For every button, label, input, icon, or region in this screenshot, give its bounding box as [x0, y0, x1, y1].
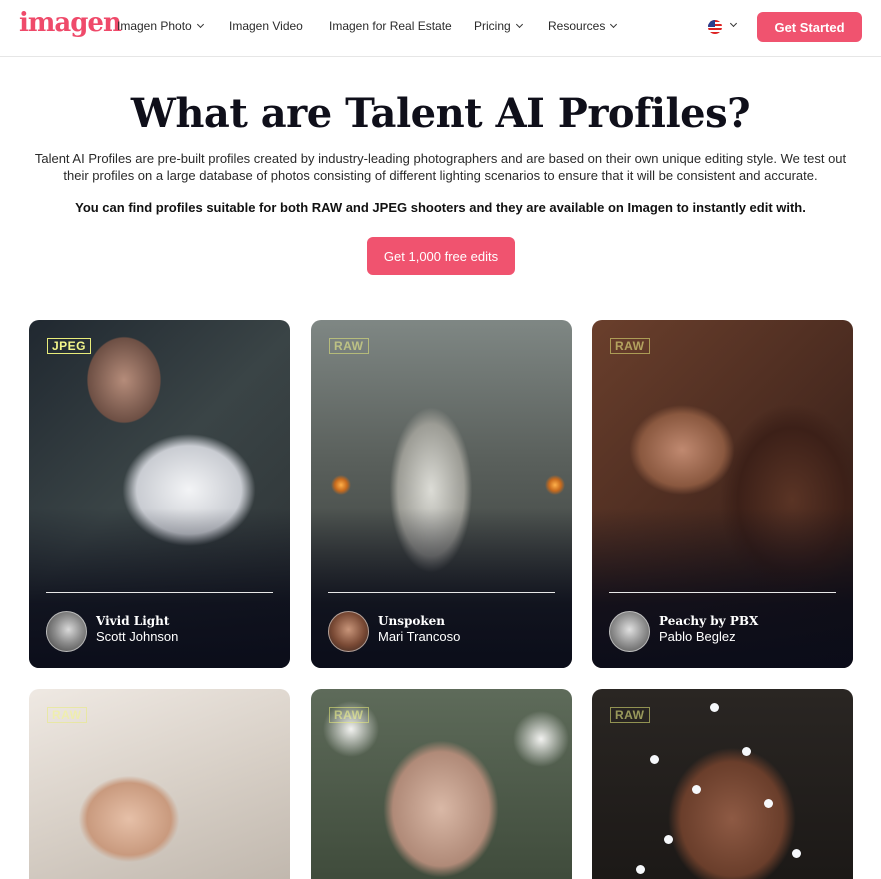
hero-emphasis: You can find profiles suitable for both … [75, 200, 806, 215]
profile-name: Vivid Light [96, 614, 170, 628]
profile-card-floral-portrait[interactable]: RAW [311, 689, 572, 879]
petal-decoration [650, 755, 659, 764]
profile-name: Unspoken [378, 614, 446, 628]
chevron-down-icon[interactable] [729, 19, 738, 28]
format-badge: RAW [329, 338, 369, 354]
nav-item-imagen-video[interactable]: Imagen Video [229, 19, 303, 33]
divider [46, 592, 273, 593]
format-badge: JPEG [47, 338, 92, 354]
petal-decoration [692, 785, 701, 794]
nav-item-label: Imagen Photo [117, 19, 192, 33]
petal-decoration [636, 865, 645, 874]
nav-item-label: Pricing [474, 19, 511, 33]
format-badge: RAW [610, 338, 650, 354]
petal-decoration [764, 799, 773, 808]
chevron-down-icon [515, 20, 523, 29]
petal-decoration [742, 747, 751, 756]
nav-item-label: Resources [548, 19, 606, 33]
hero-description: Talent AI Profiles are pre-built profile… [34, 151, 847, 183]
format-badge: RAW [610, 707, 650, 723]
top-navigation: imagen Imagen Photo Imagen Video Imagen … [0, 0, 881, 57]
profile-name: Peachy by PBX [659, 614, 759, 628]
profile-card-newborn[interactable]: RAW [29, 689, 290, 879]
chevron-down-icon [196, 20, 204, 29]
nav-item-label: Imagen for Real Estate [329, 19, 452, 33]
avatar [609, 611, 650, 652]
get-started-button[interactable]: Get Started [757, 12, 862, 42]
petal-decoration [664, 835, 673, 844]
petal-decoration [792, 849, 801, 858]
profile-author: Pablo Beglez [659, 629, 736, 644]
free-edits-button[interactable]: Get 1,000 free edits [367, 237, 515, 275]
profile-card-unspoken[interactable]: RAW Unspoken Mari Trancoso [311, 320, 572, 668]
us-flag-icon[interactable] [708, 20, 722, 34]
imagen-logo[interactable]: imagen [19, 8, 122, 38]
petal-decoration [710, 703, 719, 712]
divider [609, 592, 836, 593]
divider [328, 592, 555, 593]
avatar [46, 611, 87, 652]
profile-card-peachy[interactable]: RAW Peachy by PBX Pablo Beglez [592, 320, 853, 668]
format-badge: RAW [47, 707, 87, 723]
profile-author: Scott Johnson [96, 629, 179, 644]
profile-card-vivid-light[interactable]: JPEG Vivid Light Scott Johnson [29, 320, 290, 668]
chevron-down-icon [610, 20, 618, 29]
avatar [328, 611, 369, 652]
profile-card-petals-portrait[interactable]: RAW [592, 689, 853, 879]
format-badge: RAW [329, 707, 369, 723]
profile-author: Mari Trancoso [378, 629, 461, 644]
nav-item-imagen-photo[interactable]: Imagen Photo [117, 19, 204, 33]
nav-item-pricing[interactable]: Pricing [474, 19, 523, 33]
nav-item-real-estate[interactable]: Imagen for Real Estate [329, 19, 452, 33]
nav-item-resources[interactable]: Resources [548, 19, 618, 33]
nav-item-label: Imagen Video [229, 19, 303, 33]
page-title: What are Talent AI Profiles? [130, 90, 751, 137]
